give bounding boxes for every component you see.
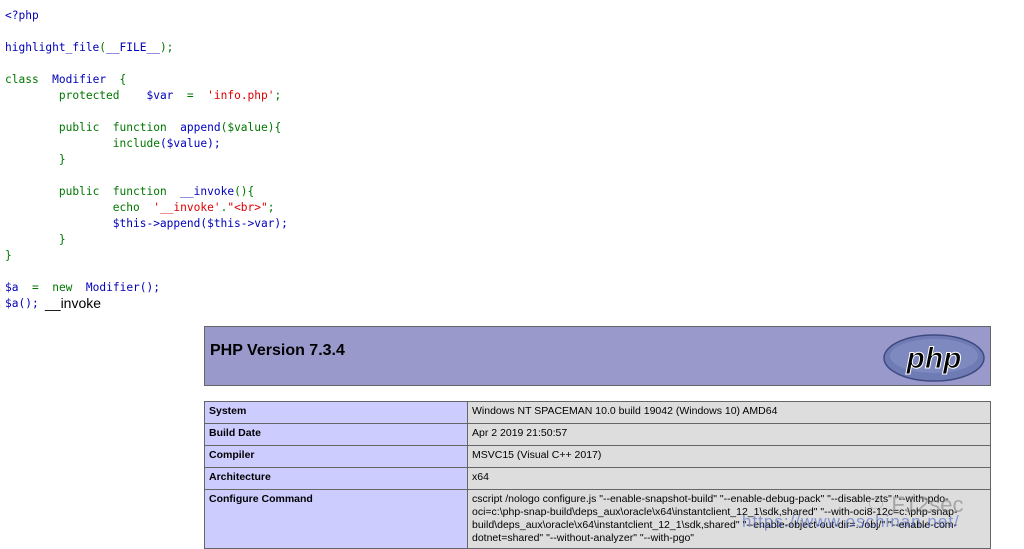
table-row: System Windows NT SPACEMAN 10.0 build 19…	[204, 401, 991, 424]
table-row: Architecture x64	[204, 467, 991, 490]
code-line-3: highlight_file(__FILE__);	[5, 40, 288, 56]
token: Modifier();	[85, 281, 160, 294]
token: $this->append($this->var);	[112, 217, 288, 230]
token: $var	[146, 89, 174, 102]
code-line-5: class Modifier {	[5, 72, 288, 88]
row-key: Compiler	[204, 445, 468, 468]
php-logo-icon: php	[883, 334, 985, 382]
token: }	[58, 153, 66, 166]
php-logo-text: php	[906, 342, 962, 375]
token: append	[180, 121, 221, 134]
code-line-10: }	[5, 152, 288, 168]
token: include	[112, 137, 160, 150]
code-line-8: public function append($value){	[5, 120, 288, 136]
row-value: Windows NT SPACEMAN 10.0 build 19042 (Wi…	[467, 401, 991, 424]
row-key: System	[204, 401, 468, 424]
token: (){	[234, 185, 255, 198]
phpinfo-header: PHP Version 7.3.4 php	[204, 326, 991, 386]
token: =	[186, 89, 194, 102]
php-open-tag: <?php	[5, 9, 39, 22]
watermark-url: https://www.oschinan.net/	[742, 512, 960, 531]
token: }	[58, 233, 66, 246]
table-row: Compiler MSVC15 (Visual C++ 2017)	[204, 445, 991, 468]
token: ($value){	[220, 121, 282, 134]
token: new	[52, 281, 73, 294]
code-line-6: protected $var = 'info.php';	[5, 88, 288, 104]
code-line-14: $this->append($this->var);	[5, 216, 288, 232]
row-value: x64	[467, 467, 991, 490]
row-value: MSVC15 (Visual C++ 2017)	[467, 445, 991, 468]
row-key: Build Date	[204, 423, 468, 446]
token: }	[5, 249, 12, 262]
token: protected	[58, 89, 120, 102]
token: "<br>"	[227, 201, 268, 214]
token: );	[159, 41, 174, 54]
token: ($value);	[159, 137, 221, 150]
token: echo	[112, 201, 140, 214]
php-version-title: PHP Version 7.3.4	[210, 342, 345, 359]
token: Modifier	[52, 73, 107, 86]
token: class	[5, 73, 39, 86]
token: '__invoke'	[153, 201, 221, 214]
token: ;	[274, 89, 282, 102]
script-output: __invoke	[45, 295, 102, 311]
token: $a();	[5, 297, 39, 310]
row-key: Configure Command	[204, 489, 468, 549]
row-key: Architecture	[204, 467, 468, 490]
token: __invoke	[180, 185, 235, 198]
token: highlight_file	[5, 41, 100, 54]
token: ;	[267, 201, 275, 214]
token: {	[119, 73, 127, 86]
code-line-18: $a = new Modifier();	[5, 280, 288, 296]
token: 'info.php'	[207, 89, 275, 102]
token: public	[58, 185, 100, 198]
token: function	[112, 121, 167, 134]
code-line-12: public function __invoke(){	[5, 184, 288, 200]
code-line-15: }	[5, 232, 288, 248]
token: =	[31, 281, 39, 294]
row-value: Apr 2 2019 21:50:57	[467, 423, 991, 446]
token: $a	[5, 281, 19, 294]
code-line-9: include($value);	[5, 136, 288, 152]
code-line-16: }	[5, 248, 288, 264]
token: function	[112, 185, 167, 198]
highlighted-source-code: <?php highlight_file(__FILE__);class Modi…	[5, 8, 288, 312]
table-row: Build Date Apr 2 2019 21:50:57	[204, 423, 991, 446]
token: __FILE__	[106, 41, 160, 54]
token: public	[58, 121, 100, 134]
code-line-13: echo '__invoke'."<br>";	[5, 200, 288, 216]
code-line-1: <?php	[5, 8, 288, 24]
